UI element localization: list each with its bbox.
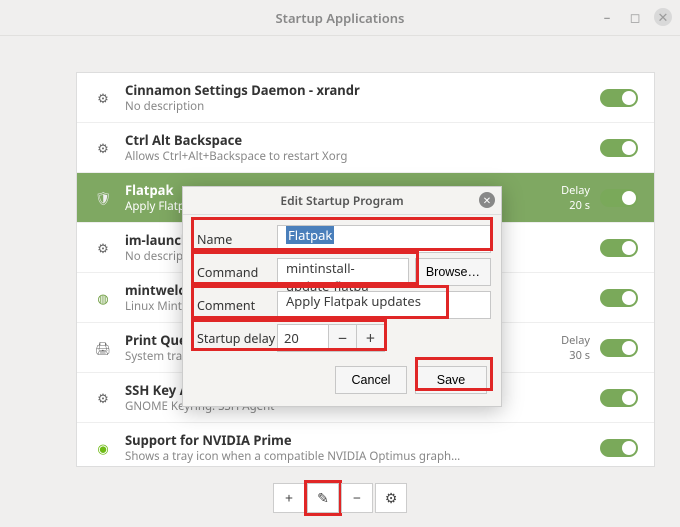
app-name: Cinnamon Settings Daemon - xrandr	[125, 81, 546, 99]
minimize-button[interactable]: –	[598, 8, 616, 26]
nvidia-icon: ◉	[89, 439, 117, 457]
app-desc: No description	[125, 99, 546, 114]
enable-toggle[interactable]	[600, 189, 638, 207]
close-button[interactable]: ✕	[654, 8, 672, 26]
enable-toggle[interactable]	[600, 139, 638, 157]
run-button[interactable]: ⚙	[375, 483, 407, 513]
enable-toggle[interactable]	[600, 239, 638, 257]
app-desc: Allows Ctrl+Alt+Backspace to restart Xor…	[125, 149, 546, 164]
command-input[interactable]: mintinstall-update-flatpa	[277, 258, 409, 286]
app-delay: Delay 30 s	[546, 333, 600, 363]
maximize-button[interactable]: ◻	[626, 8, 644, 26]
delay-row: Startup delay 20 − +	[193, 323, 491, 353]
name-row: Name Flatpak	[193, 224, 491, 254]
toolbar: + ✎ − ⚙	[0, 483, 680, 513]
edit-startup-dialog: Edit Startup Program ✕ Name Flatpak Comm…	[182, 186, 502, 407]
gear-icon: ⚙︎	[89, 139, 117, 157]
comment-row: Comment Apply Flatpak updates	[193, 290, 491, 320]
enable-toggle[interactable]	[600, 339, 638, 357]
name-label: Name	[193, 231, 277, 248]
dialog-body: Name Flatpak Command mintinstall-update-…	[183, 215, 501, 406]
comment-label: Comment	[193, 297, 277, 314]
delay-stepper: 20 − +	[277, 324, 385, 352]
comment-value: Apply Flatpak updates	[286, 292, 421, 310]
comment-input[interactable]: Apply Flatpak updates	[277, 291, 491, 319]
save-button[interactable]: Save	[415, 366, 487, 394]
dialog-actions: Cancel Save	[193, 356, 491, 396]
add-button[interactable]: +	[273, 483, 305, 513]
app-window: Startup Applications – ◻ ✕ ⚙︎ Cinnamon S…	[0, 0, 680, 527]
delay-value: 20	[284, 329, 299, 347]
gear-icon: ⚙︎	[89, 389, 117, 407]
command-row: Command mintinstall-update-flatpa Browse…	[193, 257, 491, 287]
cancel-button[interactable]: Cancel	[335, 366, 407, 394]
enable-toggle[interactable]	[600, 389, 638, 407]
browse-button[interactable]: Browse…	[415, 258, 491, 286]
dialog-titlebar: Edit Startup Program ✕	[183, 187, 501, 215]
window-title: Startup Applications	[276, 9, 405, 27]
delay-label: Startup delay	[193, 330, 277, 347]
app-desc: Shows a tray icon when a compatible NVID…	[125, 449, 546, 464]
list-item[interactable]: ⚙︎ Cinnamon Settings Daemon - xrandr No …	[77, 73, 654, 123]
delay-input[interactable]: 20	[277, 324, 329, 352]
gear-icon: ⚙︎	[89, 239, 117, 257]
window-controls: – ◻ ✕	[598, 8, 672, 26]
name-input[interactable]: Flatpak	[277, 225, 491, 253]
titlebar: Startup Applications – ◻ ✕	[0, 0, 680, 36]
printer-icon: 🖨	[89, 339, 117, 357]
mint-icon: ◍	[89, 289, 117, 307]
list-item[interactable]: ⚙︎ Ctrl Alt Backspace Allows Ctrl+Alt+Ba…	[77, 123, 654, 173]
enable-toggle[interactable]	[600, 439, 638, 457]
dialog-title: Edit Startup Program	[280, 192, 403, 209]
gear-icon: ⚙︎	[89, 89, 117, 107]
delay-decrement[interactable]: −	[329, 324, 357, 352]
shield-icon: 🛡	[89, 189, 117, 207]
delay-increment[interactable]: +	[357, 324, 385, 352]
app-name: Support for NVIDIA Prime	[125, 431, 546, 449]
list-item[interactable]: ◉ Support for NVIDIA Prime Shows a tray …	[77, 423, 654, 467]
selected-text: Flatpak	[286, 226, 334, 244]
enable-toggle[interactable]	[600, 89, 638, 107]
remove-button[interactable]: −	[341, 483, 373, 513]
command-value: mintinstall-update-flatpa	[286, 259, 369, 295]
app-name: Ctrl Alt Backspace	[125, 131, 546, 149]
dialog-close-button[interactable]: ✕	[479, 192, 495, 208]
app-delay: Delay 20 s	[546, 183, 600, 213]
edit-button[interactable]: ✎	[307, 483, 339, 513]
command-label: Command	[193, 264, 277, 281]
enable-toggle[interactable]	[600, 289, 638, 307]
